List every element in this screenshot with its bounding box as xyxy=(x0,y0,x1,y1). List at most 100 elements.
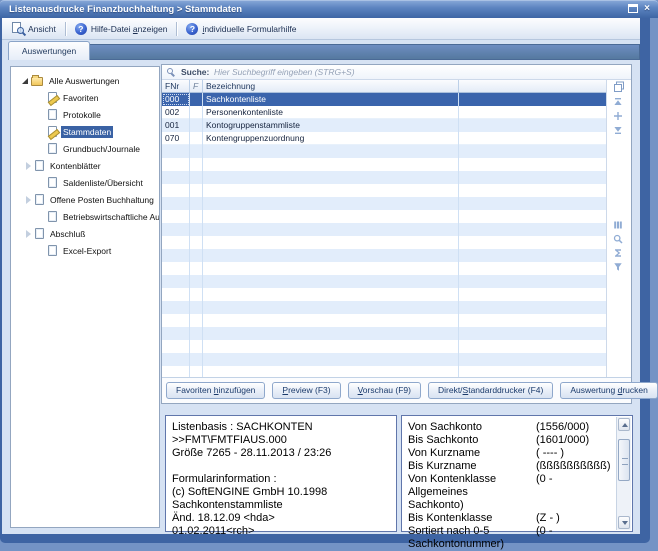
close-icon[interactable] xyxy=(644,4,650,13)
search-placeholder: Hier Suchbegriff eingeben (STRG+S) xyxy=(214,65,355,79)
direkt-standarddrucker-button[interactable]: Direkt/Standarddrucker (F4) xyxy=(428,382,553,399)
page-icon xyxy=(48,177,57,188)
param-line: Von Sachkonto(1556/000) xyxy=(408,421,612,434)
preview-button[interactable]: Preview (F3) xyxy=(272,382,340,399)
info-line: 01.02.2011<rch> xyxy=(172,525,390,538)
info-line xyxy=(172,460,390,473)
expander-open-icon[interactable] xyxy=(18,78,31,84)
column-separator xyxy=(189,93,190,379)
application-window: Listenausdrucke Finanzbuchhaltung > Stam… xyxy=(0,0,658,548)
tree-item-protokolle[interactable]: Protokolle xyxy=(11,106,159,123)
expander-closed-icon[interactable] xyxy=(22,162,35,170)
tab-auswertungen[interactable]: Auswertungen xyxy=(8,41,90,60)
column-chooser-icon[interactable] xyxy=(613,81,625,93)
table-row[interactable]: 001 Kontogruppenstammliste xyxy=(162,119,606,132)
empty-rows-stripes xyxy=(162,145,606,379)
tree-item-alle-auswertungen[interactable]: Alle Auswertungen xyxy=(11,72,159,89)
param-line: Sachkontonummer) xyxy=(408,538,612,551)
help-icon xyxy=(75,23,87,35)
tree-item-grundbuch-journale[interactable]: Grundbuch/Journale xyxy=(11,140,159,157)
scroll-down-icon[interactable] xyxy=(618,516,630,529)
individuelle-formularhilfe-button[interactable]: individuelle Formularhilfe xyxy=(180,20,302,38)
main-area: Alle Auswertungen Favoriten Protokolle S… xyxy=(2,60,640,534)
window-body: Ansicht Hilfe-Datei anzeigen individuell… xyxy=(2,18,640,534)
filter-icon[interactable] xyxy=(613,262,625,274)
info-line: (c) SoftENGINE GmbH 10.1998 xyxy=(172,486,390,499)
move-icon[interactable] xyxy=(613,111,625,123)
info-right-panel: Von Sachkonto(1556/000) Bis Sachkonto(16… xyxy=(401,415,633,532)
expander-closed-icon[interactable] xyxy=(22,230,35,238)
window-controls xyxy=(628,4,650,13)
info-line: Größe 7265 - 28.11.2013 / 23:26 xyxy=(172,447,390,460)
toolbar-separator xyxy=(65,22,66,36)
column-header-f[interactable]: F xyxy=(190,80,203,92)
column-separator xyxy=(458,93,459,379)
toolbar-separator xyxy=(176,22,177,36)
tree-item-betriebswirtschaftliche[interactable]: Betriebswirtschaftliche Auswertungen xyxy=(11,208,159,225)
scroll-top-icon[interactable] xyxy=(613,97,625,109)
scroll-up-icon[interactable] xyxy=(618,418,630,431)
preview-icon xyxy=(12,22,24,35)
favoriten-hinzufuegen-button[interactable]: Favoriten hinzufügen xyxy=(166,382,265,399)
param-line: Bis Sachkonto(1601/000) xyxy=(408,434,612,447)
column-header-bezeichnung[interactable]: Bezeichnung xyxy=(203,80,459,92)
param-line: Sortiert nach 0-5(0 - xyxy=(408,525,612,538)
zoom-icon[interactable] xyxy=(613,234,625,246)
titlebar: Listenausdrucke Finanzbuchhaltung > Stam… xyxy=(0,0,658,18)
page-icon xyxy=(48,109,57,120)
scrollbar[interactable] xyxy=(616,417,631,530)
tree-item-abschluss[interactable]: Abschluß xyxy=(11,225,159,242)
info-line: Formularinformation : xyxy=(172,473,390,486)
vorschau-button[interactable]: Vorschau (F9) xyxy=(348,382,421,399)
scrollbar-thumb[interactable] xyxy=(618,439,630,481)
column-header-fnr[interactable]: FNr xyxy=(162,80,190,92)
param-line: Bis Kurzname(ßßßßßßßßßß) xyxy=(408,460,612,473)
search-input[interactable]: Suche: Hier Suchbegriff eingeben (STRG+S… xyxy=(162,65,631,80)
help-icon xyxy=(186,23,198,35)
auswertung-drucken-button[interactable]: Auswertung drucken xyxy=(560,382,658,399)
tree-item-excel-export[interactable]: Excel-Export xyxy=(11,242,159,259)
restore-icon[interactable] xyxy=(628,4,638,13)
columns-icon[interactable] xyxy=(613,220,625,232)
grid-side-toolbar xyxy=(606,80,631,379)
tree-item-stammdaten[interactable]: Stammdaten xyxy=(11,123,159,140)
ansicht-button[interactable]: Ansicht xyxy=(6,20,62,38)
table-row[interactable]: 002 Personenkontenliste xyxy=(162,106,606,119)
info-line: Sachkontenstammliste xyxy=(172,499,390,512)
table-header: FNr F Bezeichnung xyxy=(162,80,606,93)
table-rows: 000 Sachkontenliste 002 Personenkontenli… xyxy=(162,93,606,145)
table-row[interactable]: 000 Sachkontenliste xyxy=(162,93,606,106)
tree-item-favoriten[interactable]: Favoriten xyxy=(11,89,159,106)
param-line: Bis Kontenklasse(Z - ) xyxy=(408,512,612,525)
info-line: >>FMT\FMTFIAUS.000 xyxy=(172,434,390,447)
param-line: Von Kurzname( ---- ) xyxy=(408,447,612,460)
search-icon xyxy=(167,68,173,74)
info-left-panel: Listenbasis : SACHKONTEN >>FMT\FMTFIAUS.… xyxy=(165,415,397,532)
hilfe-datei-anzeigen-button[interactable]: Hilfe-Datei anzeigen xyxy=(69,20,174,38)
toolbar: Ansicht Hilfe-Datei anzeigen individuell… xyxy=(2,18,640,40)
scroll-bottom-icon[interactable] xyxy=(613,125,625,137)
table-row[interactable]: 070 Kontengruppenzuordnung xyxy=(162,132,606,145)
expander-closed-icon[interactable] xyxy=(22,196,35,204)
folder-icon xyxy=(31,77,43,86)
tree-item-kontenblaetter[interactable]: Kontenblätter xyxy=(11,157,159,174)
info-line: Änd. 18.12.09 <hda> xyxy=(172,512,390,525)
page-icon xyxy=(35,160,44,171)
search-label: Suche: xyxy=(181,65,209,79)
page-icon xyxy=(48,211,57,222)
page-icon xyxy=(35,194,44,205)
page-icon xyxy=(48,245,57,256)
page-edit-icon xyxy=(48,126,57,137)
action-button-bar: Favoriten hinzufügen Preview (F3) Vorsch… xyxy=(162,377,631,403)
tabbar-background xyxy=(88,44,640,60)
tabstrip: Auswertungen xyxy=(2,40,640,60)
tree-item-offene-posten[interactable]: Offene Posten Buchhaltung xyxy=(11,191,159,208)
window-title: Listenausdrucke Finanzbuchhaltung > Stam… xyxy=(9,4,242,15)
tree-panel: Alle Auswertungen Favoriten Protokolle S… xyxy=(10,66,160,528)
column-separator xyxy=(202,93,203,379)
param-line: Sachkonto) xyxy=(408,499,612,512)
page-icon xyxy=(48,143,57,154)
sum-icon[interactable] xyxy=(613,248,625,260)
column-header-filler xyxy=(459,80,606,92)
tree-item-saldenliste[interactable]: Saldenliste/Übersicht xyxy=(11,174,159,191)
